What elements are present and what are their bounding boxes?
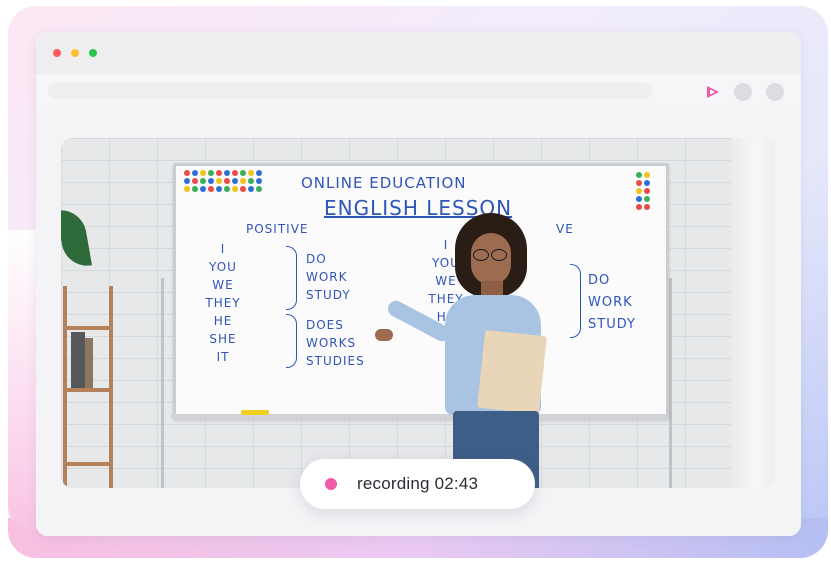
whiteboard: ONLINE EDUCATION ENGLISH LESSON POSITIVE… — [173, 163, 669, 419]
video-frame[interactable]: ONLINE EDUCATION ENGLISH LESSON POSITIVE… — [61, 138, 775, 488]
bookshelf — [63, 286, 113, 488]
board-brace — [286, 314, 297, 368]
recording-indicator[interactable]: recording 02:43 — [300, 459, 535, 509]
minimize-window-dot[interactable] — [71, 49, 79, 57]
gradient-accent — [8, 230, 38, 530]
teacher — [375, 213, 563, 488]
board-brace — [286, 246, 297, 310]
whiteboard-stand-right — [669, 278, 672, 488]
glasses-icon — [473, 249, 509, 261]
board-left-verbs-2: DOES WORKS STUDIES — [306, 318, 365, 368]
close-window-dot[interactable] — [53, 49, 61, 57]
marker — [241, 410, 269, 415]
board-left-verbs-1: DO WORK STUDY — [306, 252, 351, 302]
magnets-left — [184, 170, 262, 192]
board-left-subjects: I YOU WE THEY HE SHE IT — [205, 242, 241, 364]
toolbar-circle-button[interactable] — [734, 83, 752, 101]
curtain — [731, 138, 775, 488]
toolbar-circle-button[interactable] — [766, 83, 784, 101]
board-brace — [570, 264, 581, 338]
whiteboard-stand-left — [161, 278, 164, 488]
recording-label: recording 02:43 — [357, 474, 479, 493]
maximize-window-dot[interactable] — [89, 49, 97, 57]
clipboard — [477, 329, 547, 415]
magnets-right — [636, 172, 650, 210]
play-icon[interactable] — [705, 84, 721, 100]
address-bar[interactable] — [48, 83, 652, 99]
window-titlebar — [36, 32, 801, 74]
page-background: ONLINE EDUCATION ENGLISH LESSON POSITIVE… — [0, 0, 831, 561]
board-title-line1: ONLINE EDUCATION — [301, 174, 467, 192]
recording-dot-icon — [325, 478, 337, 490]
browser-toolbar — [36, 74, 801, 111]
board-left-heading: POSITIVE — [246, 222, 309, 236]
board-right-verbs: DO WORK STUDY — [588, 273, 636, 332]
